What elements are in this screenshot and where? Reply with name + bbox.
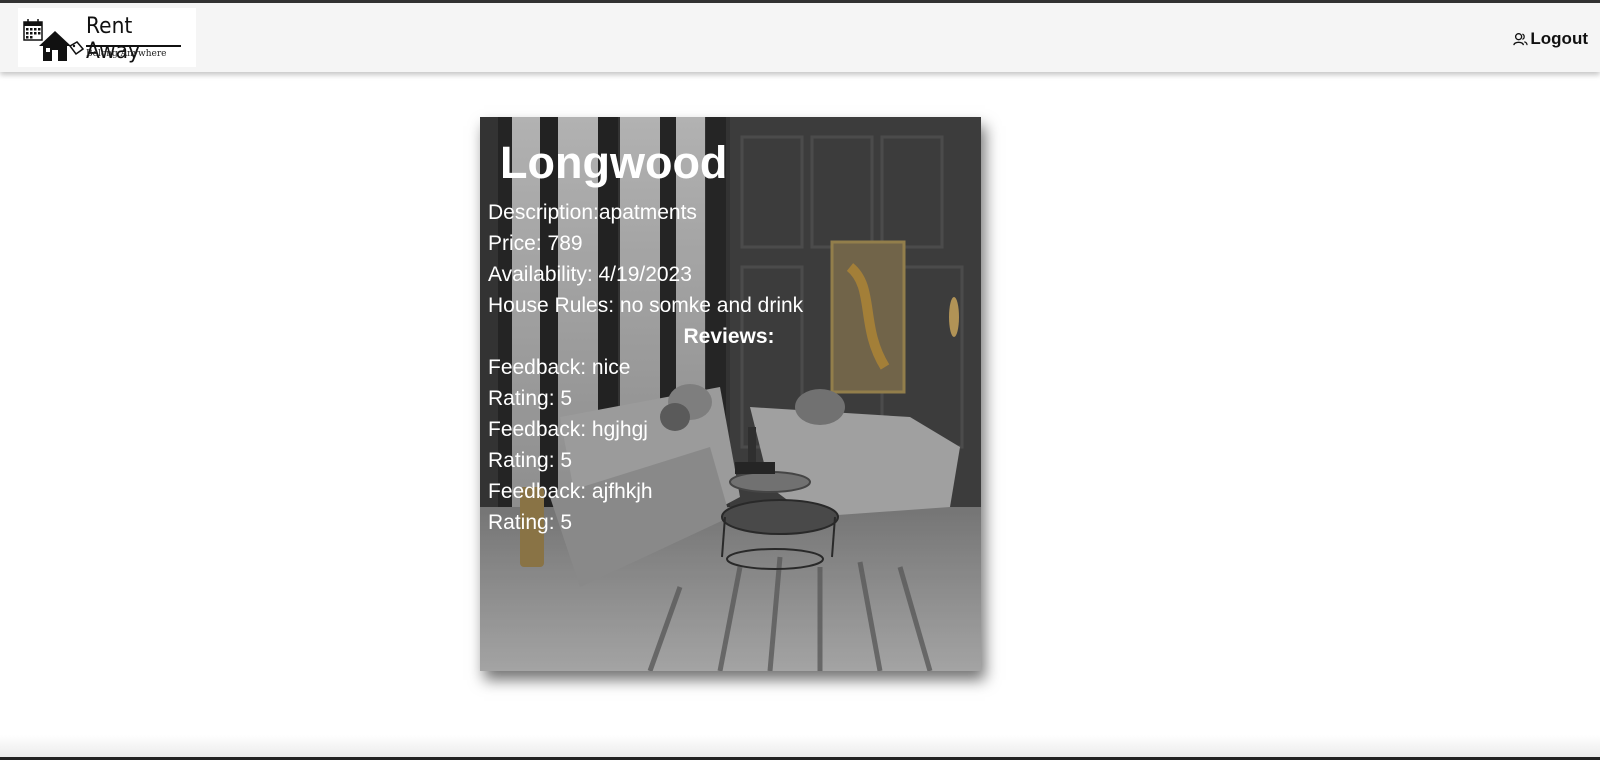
review-feedback: Feedback: ajfhkjh bbox=[488, 480, 653, 503]
listing-price: Price: 789 bbox=[488, 232, 583, 255]
listing-details: Longwood Description:apatments Price: 78… bbox=[480, 117, 981, 671]
brand-logo[interactable]: Rent Away Belong Anywhere bbox=[18, 8, 196, 67]
review-feedback: Feedback: hgjhgj bbox=[488, 418, 648, 441]
calendar-house-icon bbox=[23, 19, 84, 61]
listing-availability: Availability: 4/19/2023 bbox=[488, 263, 692, 286]
reviews-heading: Reviews: bbox=[683, 325, 775, 348]
listing-house-rules: House Rules: no somke and drink bbox=[488, 294, 804, 317]
review-rating: Rating: 5 bbox=[488, 449, 573, 472]
listing-fields: Description:apatments Price: 789 Availab… bbox=[488, 197, 958, 538]
logout-label: Logout bbox=[1530, 29, 1588, 48]
logout-button[interactable]: Logout bbox=[1513, 29, 1588, 49]
listing-title: Longwood bbox=[500, 137, 728, 188]
navbar: Rent Away Belong Anywhere Logout bbox=[0, 3, 1600, 72]
review-rating: Rating: 5 bbox=[488, 511, 573, 534]
user-icon bbox=[1513, 32, 1529, 45]
review-feedback: Feedback: nice bbox=[488, 356, 631, 379]
brand-tagline: Belong Anywhere bbox=[86, 49, 167, 59]
listing-description: Description:apatments bbox=[488, 201, 697, 224]
listing-card: Longwood Description:apatments Price: 78… bbox=[480, 117, 981, 671]
brand-divider bbox=[86, 45, 181, 47]
review-rating: Rating: 5 bbox=[488, 387, 573, 410]
